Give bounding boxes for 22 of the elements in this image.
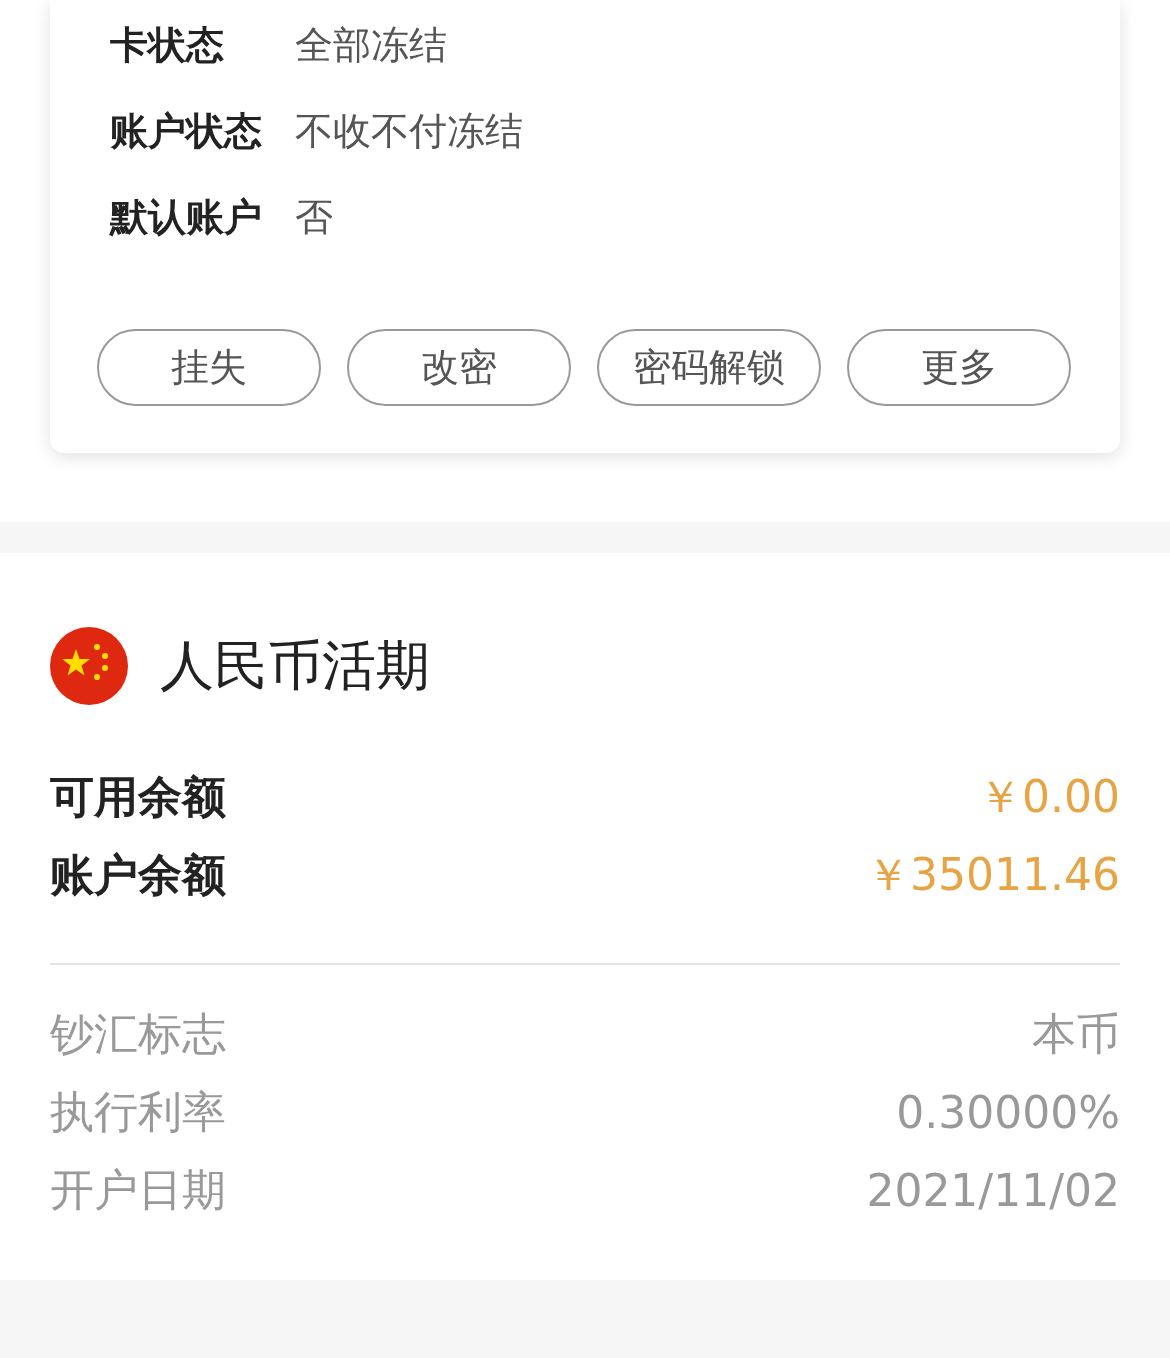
detail-value: 本币	[1032, 1006, 1120, 1061]
detail-label: 钞汇标志	[50, 1006, 226, 1061]
field-value: 不收不付冻结	[295, 107, 523, 155]
action-button[interactable]: 密码解锁	[597, 329, 821, 406]
balance-amount: ￥0.00	[978, 769, 1120, 824]
action-button[interactable]: 改密	[347, 329, 571, 406]
balance-amount: ￥35011.46	[866, 847, 1120, 902]
field-label: 卡状态	[110, 21, 225, 69]
field-value: 否	[295, 193, 333, 241]
account-title: 人民币活期	[160, 632, 430, 699]
balance-label: 账户余额	[50, 847, 226, 902]
detail-value: 0.30000%	[896, 1086, 1120, 1138]
field-value: 全部冻结	[295, 21, 447, 69]
balance-label: 可用余额	[50, 769, 226, 824]
action-button[interactable]: 更多	[847, 329, 1071, 406]
detail-label: 开户日期	[50, 1162, 226, 1217]
flag-icon	[50, 627, 128, 705]
field-label: 账户状态	[110, 107, 263, 155]
field-label: 默认账户	[110, 193, 263, 241]
detail-label: 执行利率	[50, 1084, 226, 1139]
detail-value: 2021/11/02	[866, 1164, 1120, 1216]
action-button[interactable]: 挂失	[97, 329, 321, 406]
